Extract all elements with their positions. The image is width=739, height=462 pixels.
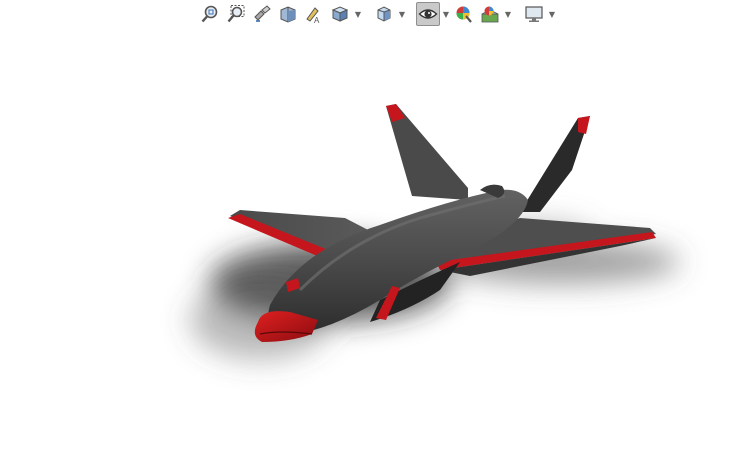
zoom-to-area-icon bbox=[227, 5, 245, 23]
zoom-to-fit-icon bbox=[201, 5, 218, 23]
left-tail-fin bbox=[386, 104, 468, 200]
heads-up-view-toolbar: A ▼ ▼ ▼ ▼ ▼ bbox=[198, 0, 556, 28]
edit-appearance-button[interactable] bbox=[452, 2, 476, 26]
aircraft-model-render[interactable] bbox=[0, 30, 739, 462]
previous-view-button[interactable] bbox=[250, 2, 274, 26]
eye-icon bbox=[418, 9, 438, 19]
scene-icon bbox=[481, 6, 499, 23]
zoom-to-area-button[interactable] bbox=[224, 2, 248, 26]
section-view-button[interactable] bbox=[276, 2, 300, 26]
view-orientation-dropdown[interactable]: ▼ bbox=[354, 2, 362, 26]
previous-view-icon bbox=[254, 5, 271, 22]
display-style-button[interactable] bbox=[372, 2, 396, 26]
display-style-icon bbox=[377, 6, 391, 22]
view-settings-button[interactable] bbox=[522, 2, 546, 26]
view-orientation-icon bbox=[331, 6, 349, 22]
graphics-area[interactable] bbox=[0, 30, 739, 462]
monitor-icon bbox=[525, 6, 543, 22]
svg-text:A: A bbox=[314, 16, 320, 24]
zoom-to-fit-button[interactable] bbox=[198, 2, 222, 26]
appearance-icon bbox=[456, 6, 472, 23]
hide-show-items-dropdown[interactable]: ▼ bbox=[442, 2, 450, 26]
section-view-icon bbox=[280, 6, 296, 23]
right-tail-fin bbox=[520, 116, 590, 212]
apply-scene-button[interactable] bbox=[478, 2, 502, 26]
view-orientation-button[interactable] bbox=[328, 2, 352, 26]
hide-show-items-button[interactable] bbox=[416, 2, 440, 26]
view-settings-dropdown[interactable]: ▼ bbox=[548, 2, 556, 26]
dynamic-annotation-button[interactable]: A bbox=[302, 2, 326, 26]
display-style-dropdown[interactable]: ▼ bbox=[398, 2, 406, 26]
dynamic-annotation-icon: A bbox=[306, 7, 320, 24]
apply-scene-dropdown[interactable]: ▼ bbox=[504, 2, 512, 26]
